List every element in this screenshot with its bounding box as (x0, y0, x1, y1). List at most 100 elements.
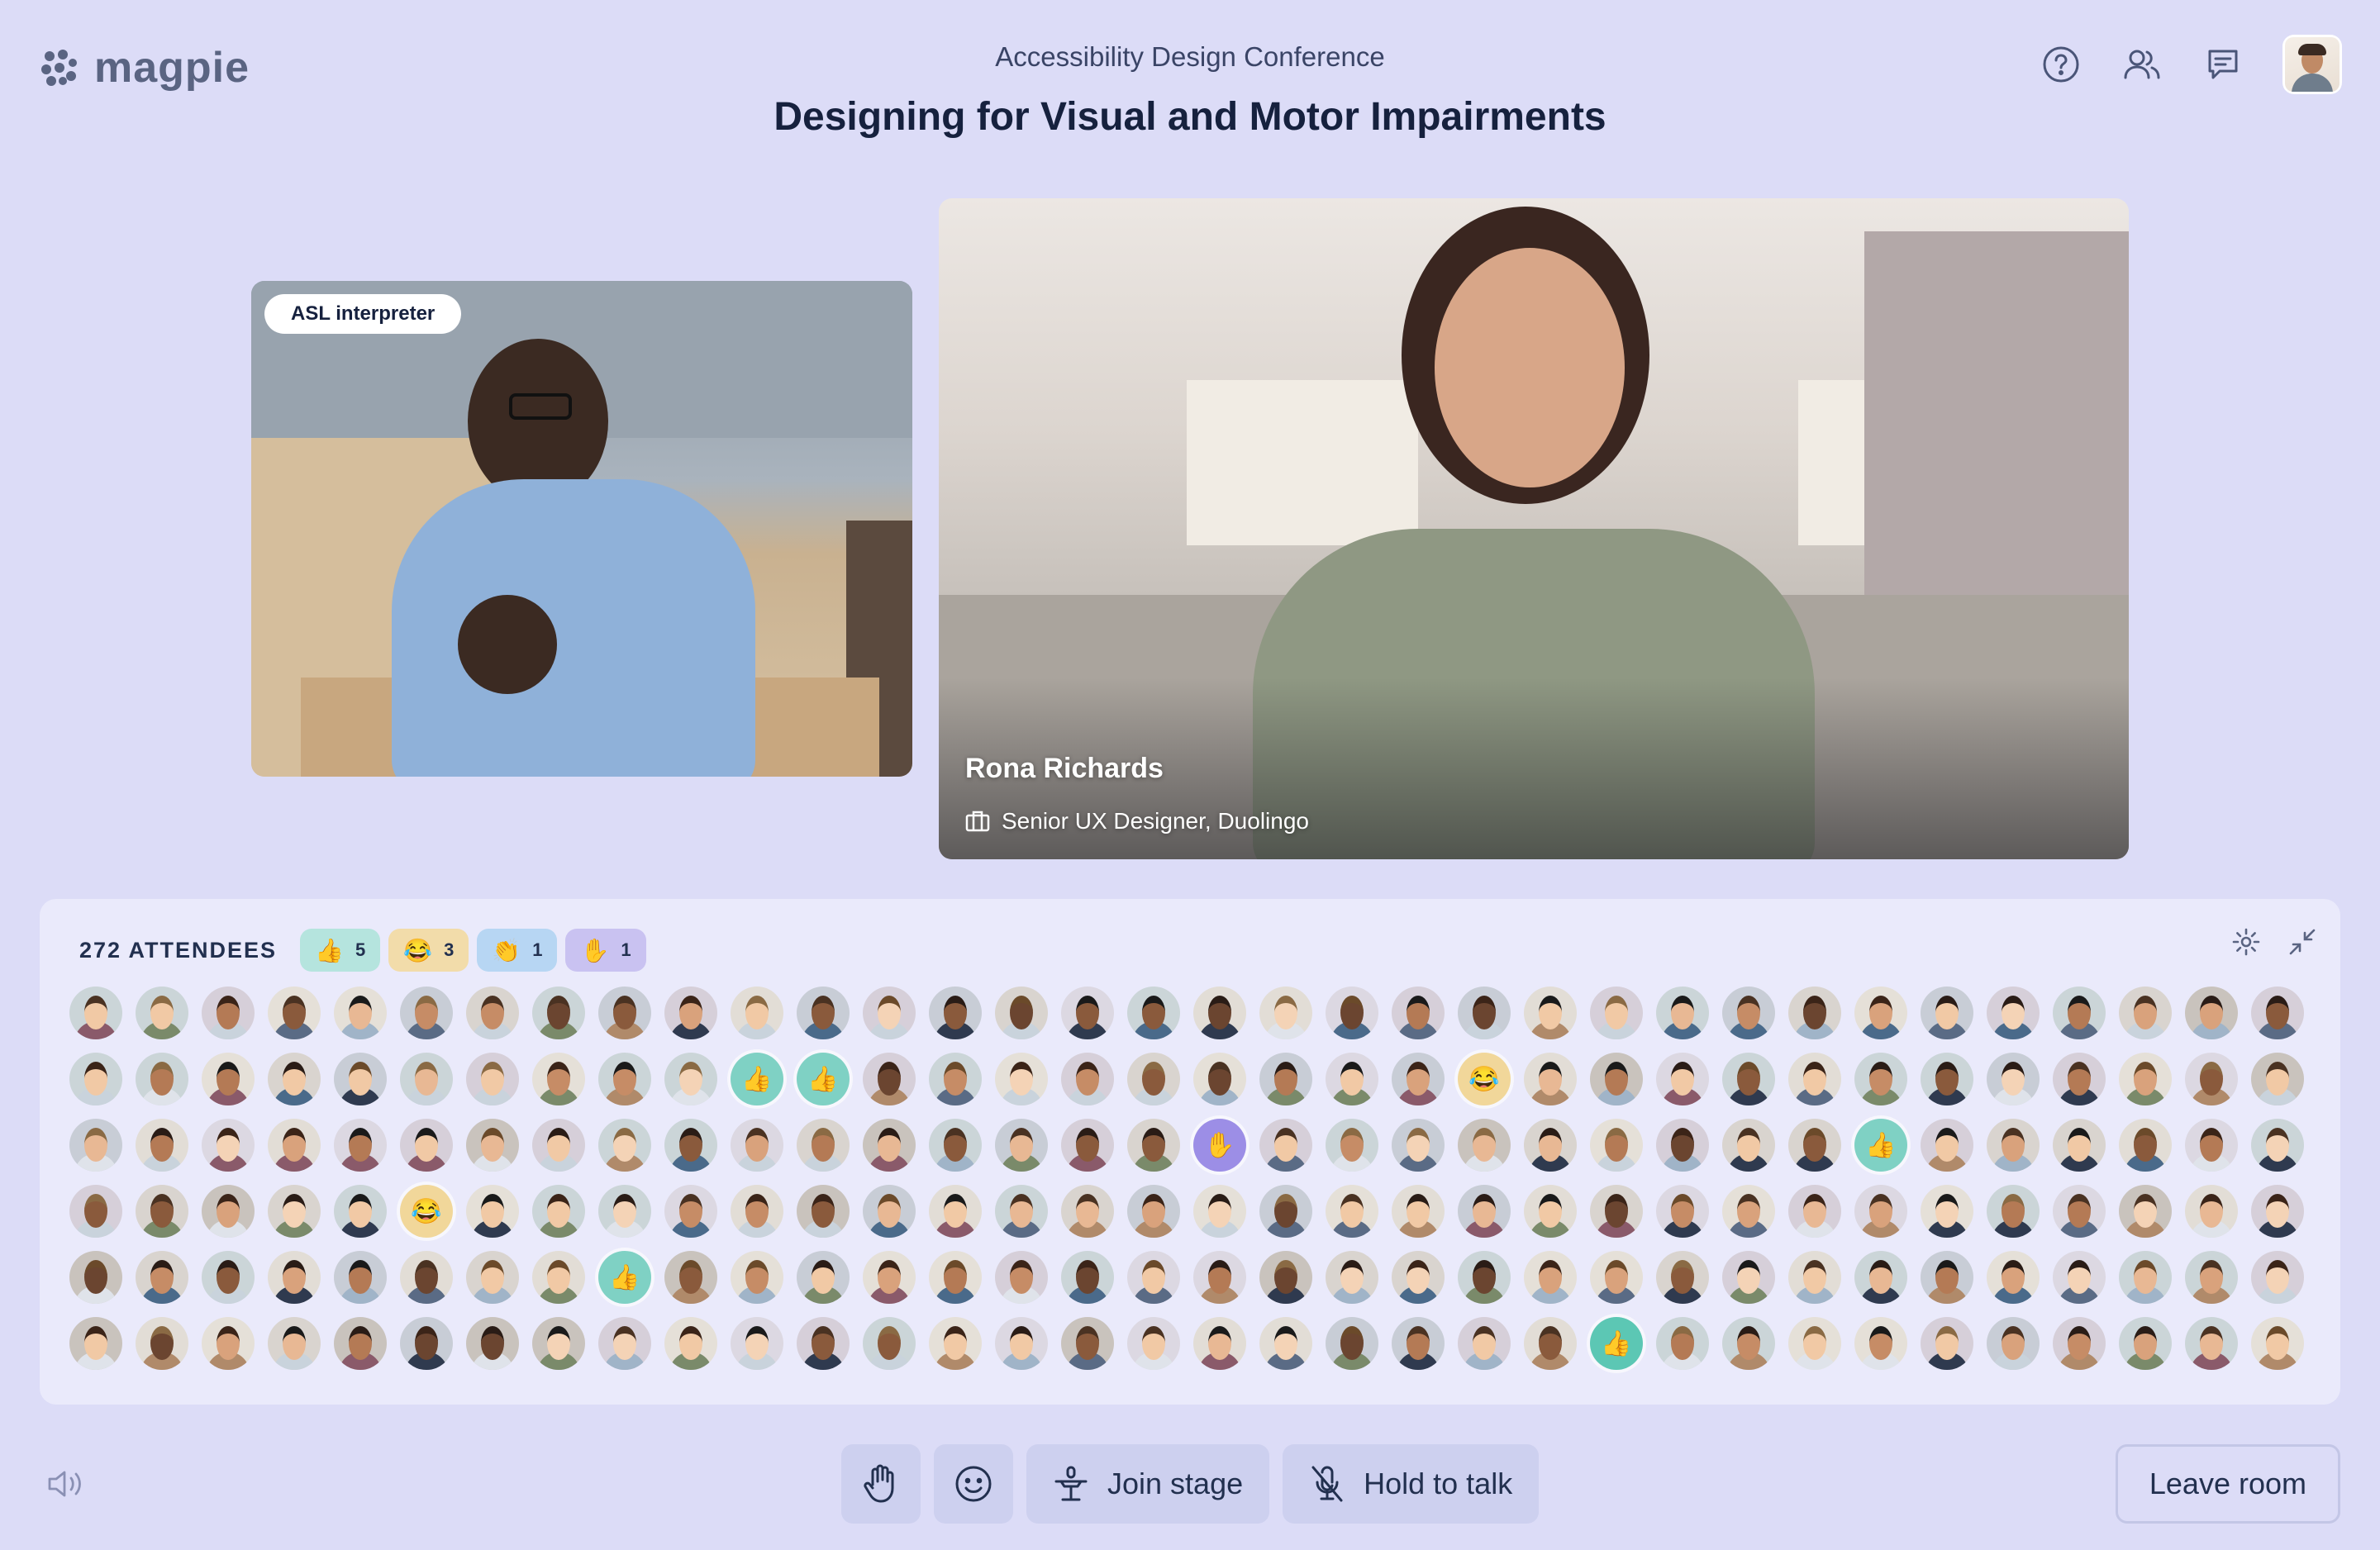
reaction-chip[interactable]: ✋ 1 (565, 929, 646, 972)
attendee-avatar[interactable] (466, 1185, 519, 1238)
attendee-avatar[interactable] (2119, 1251, 2172, 1304)
attendee-avatar[interactable] (1458, 1119, 1511, 1172)
attendee-avatar[interactable] (1061, 1185, 1114, 1238)
attendee-avatar[interactable] (1987, 1119, 2040, 1172)
attendee-avatar[interactable] (268, 1053, 321, 1105)
attendee-avatar[interactable] (929, 1119, 982, 1172)
attendee-reaction-avatar[interactable]: 😂 (1458, 1053, 1511, 1105)
attendee-avatar[interactable] (400, 987, 453, 1039)
attendee-avatar[interactable] (664, 1251, 717, 1304)
attendee-avatar[interactable] (1127, 1119, 1180, 1172)
attendee-avatar[interactable] (1193, 1317, 1246, 1370)
attendee-avatar[interactable] (1722, 1119, 1775, 1172)
attendee-avatar[interactable] (1193, 987, 1246, 1039)
attendee-avatar[interactable] (1458, 987, 1511, 1039)
attendee-avatar[interactable] (929, 987, 982, 1039)
attendee-reaction-avatar[interactable]: 👍 (1854, 1119, 1907, 1172)
attendee-avatar[interactable] (1524, 1317, 1577, 1370)
attendee-avatar[interactable] (466, 987, 519, 1039)
attendee-avatar[interactable] (136, 1251, 188, 1304)
attendee-avatar[interactable] (1722, 987, 1775, 1039)
attendee-avatar[interactable] (863, 1119, 916, 1172)
attendee-avatar[interactable] (136, 1119, 188, 1172)
attendee-avatar[interactable] (598, 987, 651, 1039)
attendee-avatar[interactable] (1854, 987, 1907, 1039)
attendee-avatar[interactable] (1590, 987, 1643, 1039)
attendee-avatar[interactable] (136, 1053, 188, 1105)
attendee-avatar[interactable] (466, 1251, 519, 1304)
collapse-icon[interactable] (2287, 927, 2317, 957)
attendee-avatar[interactable] (202, 1317, 255, 1370)
attendee-avatar[interactable] (2053, 1119, 2106, 1172)
attendee-avatar[interactable] (731, 1119, 783, 1172)
attendee-avatar[interactable] (863, 987, 916, 1039)
attendee-avatar[interactable] (1854, 1053, 1907, 1105)
attendee-avatar[interactable] (69, 1185, 122, 1238)
attendee-avatar[interactable] (532, 1185, 585, 1238)
attendee-avatar[interactable] (1987, 1317, 2040, 1370)
attendee-avatar[interactable] (2251, 1317, 2304, 1370)
attendee-avatar[interactable] (1259, 1317, 1312, 1370)
attendee-avatar[interactable] (2185, 1053, 2238, 1105)
attendee-avatar[interactable] (1921, 1317, 1973, 1370)
attendee-avatar[interactable] (1656, 1317, 1709, 1370)
attendee-avatar[interactable] (1854, 1185, 1907, 1238)
attendee-avatar[interactable] (995, 1251, 1048, 1304)
attendee-avatar[interactable] (1921, 987, 1973, 1039)
attendee-reaction-avatar[interactable]: 👍 (797, 1053, 850, 1105)
attendee-avatar[interactable] (863, 1185, 916, 1238)
reaction-chip[interactable]: 😂 3 (388, 929, 469, 972)
attendee-avatar[interactable] (69, 1317, 122, 1370)
attendee-avatar[interactable] (1788, 1185, 1841, 1238)
attendee-avatar[interactable] (731, 1185, 783, 1238)
attendee-avatar[interactable] (334, 987, 387, 1039)
attendee-avatar[interactable] (136, 987, 188, 1039)
attendee-avatar[interactable] (995, 1317, 1048, 1370)
attendee-avatar[interactable] (69, 987, 122, 1039)
join-stage-button[interactable]: Join stage (1026, 1444, 1270, 1524)
attendee-avatar[interactable] (1392, 1119, 1445, 1172)
attendee-avatar[interactable] (2185, 987, 2238, 1039)
attendee-avatar[interactable] (1127, 1053, 1180, 1105)
attendee-avatar[interactable] (268, 1119, 321, 1172)
attendee-avatar[interactable] (268, 987, 321, 1039)
chat-icon[interactable] (2202, 43, 2244, 86)
attendee-avatar[interactable] (1392, 1185, 1445, 1238)
attendee-avatar[interactable] (1590, 1053, 1643, 1105)
attendee-avatar[interactable] (1987, 1053, 2040, 1105)
attendee-avatar[interactable] (1788, 1317, 1841, 1370)
attendee-avatar[interactable] (664, 1053, 717, 1105)
attendee-avatar[interactable] (2119, 1317, 2172, 1370)
attendee-avatar[interactable] (136, 1185, 188, 1238)
attendee-avatar[interactable] (1722, 1251, 1775, 1304)
attendee-avatar[interactable] (2053, 1317, 2106, 1370)
attendee-avatar[interactable] (1127, 987, 1180, 1039)
attendee-reaction-avatar[interactable]: 👍 (1590, 1317, 1643, 1370)
hold-to-talk-button[interactable]: Hold to talk (1283, 1444, 1540, 1524)
attendee-avatar[interactable] (2251, 987, 2304, 1039)
attendee-avatar[interactable] (400, 1053, 453, 1105)
people-icon[interactable] (2121, 43, 2163, 86)
attendee-avatar[interactable] (69, 1119, 122, 1172)
attendee-avatar[interactable] (334, 1119, 387, 1172)
attendee-avatar[interactable] (1127, 1185, 1180, 1238)
attendee-reaction-avatar[interactable]: ✋ (1193, 1119, 1246, 1172)
attendee-avatar[interactable] (202, 1119, 255, 1172)
attendee-avatar[interactable] (1061, 1053, 1114, 1105)
attendee-avatar[interactable] (202, 987, 255, 1039)
leave-room-button[interactable]: Leave room (2115, 1444, 2340, 1524)
attendee-avatar[interactable] (1590, 1251, 1643, 1304)
attendee-avatar[interactable] (2053, 1251, 2106, 1304)
attendee-avatar[interactable] (1061, 1119, 1114, 1172)
attendee-avatar[interactable] (598, 1119, 651, 1172)
attendee-avatar[interactable] (797, 1185, 850, 1238)
attendee-avatar[interactable] (1921, 1185, 1973, 1238)
attendee-avatar[interactable] (2053, 1053, 2106, 1105)
attendee-avatar[interactable] (995, 1185, 1048, 1238)
attendee-avatar[interactable] (532, 1119, 585, 1172)
attendee-avatar[interactable] (69, 1053, 122, 1105)
attendee-reaction-avatar[interactable]: 👍 (731, 1053, 783, 1105)
attendee-avatar[interactable] (532, 987, 585, 1039)
attendee-avatar[interactable] (995, 1053, 1048, 1105)
attendee-avatar[interactable] (1987, 1185, 2040, 1238)
